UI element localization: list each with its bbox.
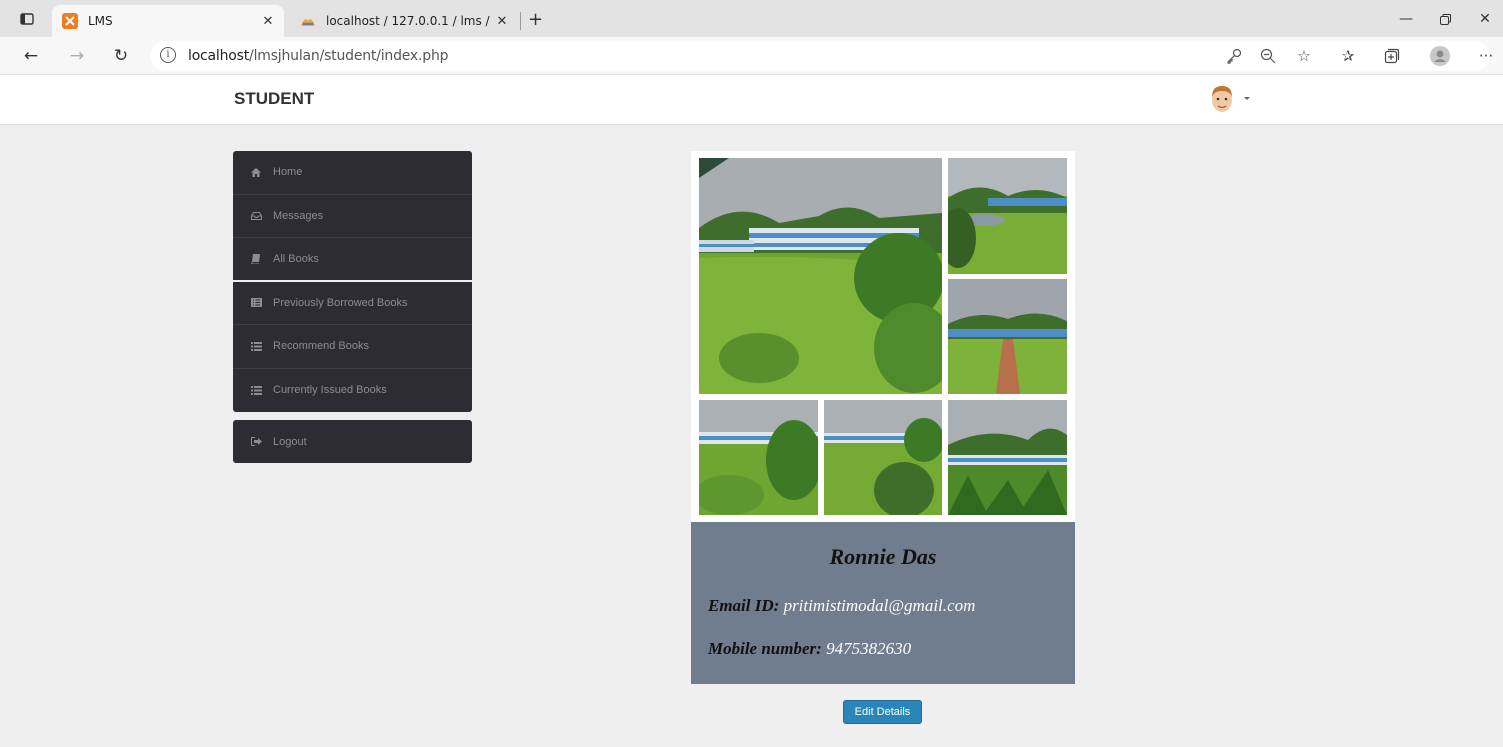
xampp-icon: [62, 13, 78, 29]
close-window-icon[interactable]: ✕: [1474, 8, 1496, 30]
sidebar-item-label: Currently Issued Books: [273, 384, 387, 397]
tab-title: LMS: [88, 14, 113, 28]
sidebar-item-previously-borrowed[interactable]: Previously Borrowed Books: [233, 282, 472, 325]
sidebar-item-label: Messages: [273, 209, 324, 222]
campus-photo: [824, 400, 942, 515]
url-host: localhost: [188, 48, 250, 64]
mobile-label: Mobile number:: [708, 639, 827, 658]
page-body: STUDENT Home Messages All Books Previous…: [0, 75, 1503, 747]
campus-photo: [699, 158, 942, 394]
browser-tab-strip: LMS ✕ localhost / 127.0.0.1 / lms / user…: [0, 0, 1503, 37]
brand-title[interactable]: STUDENT: [234, 89, 314, 109]
list-icon: [249, 341, 263, 351]
sidebar-item-home[interactable]: Home: [233, 151, 472, 195]
tab-lms[interactable]: LMS ✕: [52, 5, 284, 37]
zoom-out-icon[interactable]: [1256, 44, 1280, 68]
refresh-icon[interactable]: ↻: [110, 45, 132, 67]
sidebar-item-label: All Books: [273, 252, 319, 265]
close-tab-icon[interactable]: ✕: [492, 14, 512, 29]
sidebar-item-label: Recommend Books: [273, 340, 369, 353]
email-row: Email ID: pritimistimodal@gmail.com: [708, 596, 975, 616]
forward-icon[interactable]: →: [66, 45, 88, 67]
mobile-value: 9475382630: [826, 639, 912, 658]
favorites-icon[interactable]: ✰: [1336, 44, 1360, 68]
phpmyadmin-icon: [300, 13, 316, 29]
campus-photo: [948, 400, 1067, 515]
minimize-icon[interactable]: —: [1395, 8, 1417, 30]
book-icon: [249, 253, 263, 264]
tab-phpmyadmin[interactable]: localhost / 127.0.0.1 / lms / user ✕: [290, 5, 518, 37]
close-tab-icon[interactable]: ✕: [258, 14, 278, 29]
tab-divider: [520, 12, 521, 30]
profile-card: Ronnie Das Email ID: pritimistimodal@gma…: [691, 151, 1075, 684]
restore-icon[interactable]: [1434, 8, 1456, 30]
new-tab-icon[interactable]: +: [528, 9, 543, 30]
list-icon: [249, 385, 263, 395]
sidebar-item-recommend-books[interactable]: Recommend Books: [233, 325, 472, 369]
more-options-icon[interactable]: ···: [1474, 44, 1498, 68]
email-value: pritimistimodal@gmail.com: [783, 596, 976, 615]
profile-info-panel: Ronnie Das Email ID: pritimistimodal@gma…: [691, 522, 1075, 684]
student-name: Ronnie Das: [829, 544, 937, 569]
logout-menu: Logout: [233, 420, 472, 463]
sidebar-item-label: Logout: [273, 435, 307, 448]
inbox-icon: [249, 211, 263, 220]
sidebar-item-currently-issued[interactable]: Currently Issued Books: [233, 369, 472, 413]
profile-icon[interactable]: [1428, 44, 1452, 68]
collections-icon[interactable]: [1380, 44, 1404, 68]
sidebar-menu: Home Messages All Books Previously Borro…: [233, 151, 472, 412]
mobile-row: Mobile number: 9475382630: [708, 639, 911, 659]
campus-photo: [948, 279, 1067, 394]
top-navbar: STUDENT: [0, 75, 1503, 125]
site-info-icon[interactable]: i: [160, 47, 176, 63]
key-icon[interactable]: [1222, 44, 1246, 68]
campus-photo: [699, 400, 818, 515]
sidebar-item-label: Home: [273, 166, 303, 179]
sidebar-item-messages[interactable]: Messages: [233, 195, 472, 238]
tab-actions-icon[interactable]: [16, 8, 38, 30]
url-path: /lmsjhulan/student/index.php: [249, 48, 449, 64]
url-text: localhost/lmsjhulan/student/index.php: [188, 48, 449, 64]
list-alt-icon: [249, 298, 263, 308]
tab-title: localhost / 127.0.0.1 / lms / user: [326, 14, 492, 28]
sidebar-item-logout[interactable]: Logout: [233, 420, 472, 463]
sidebar-item-label: Previously Borrowed Books: [273, 296, 408, 309]
sidebar-item-all-books[interactable]: All Books: [233, 238, 472, 282]
home-icon: [249, 167, 263, 177]
url-field[interactable]: i localhost/lmsjhulan/student/index.php: [150, 41, 1490, 71]
add-favorite-icon[interactable]: ☆: [1292, 44, 1316, 68]
back-icon[interactable]: ←: [20, 45, 42, 67]
user-avatar-icon[interactable]: [1208, 83, 1236, 115]
logout-icon: [249, 437, 263, 446]
email-label: Email ID:: [708, 596, 784, 615]
edit-details-button[interactable]: Edit Details: [843, 700, 922, 724]
chevron-down-icon[interactable]: [1244, 97, 1250, 100]
campus-photo: [948, 158, 1067, 274]
